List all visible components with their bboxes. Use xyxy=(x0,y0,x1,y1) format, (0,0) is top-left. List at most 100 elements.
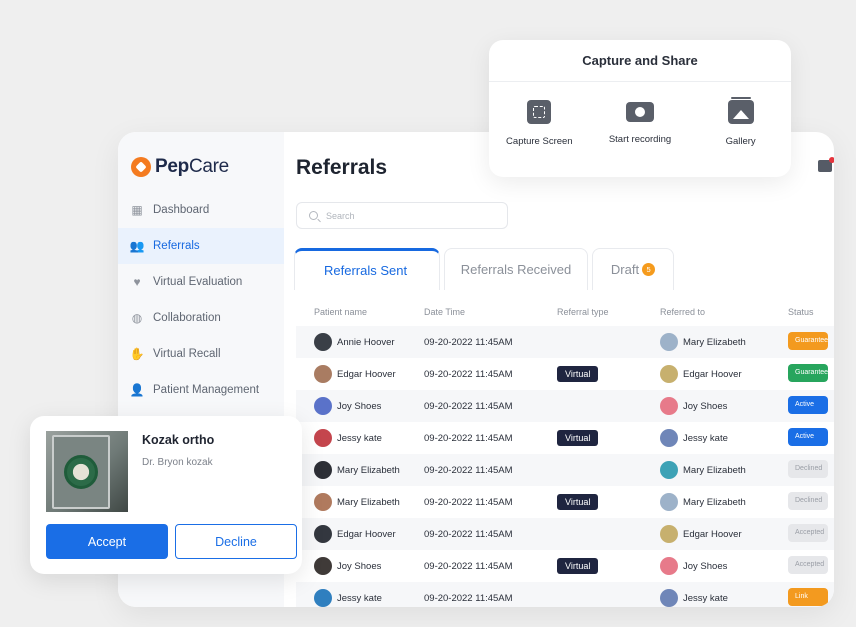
gallery-button[interactable]: Gallery xyxy=(691,97,791,147)
patient-name: Joy Shoes xyxy=(337,560,382,572)
sidebar-item-label: Patient Management xyxy=(153,384,260,396)
accept-button[interactable]: Accept xyxy=(46,524,168,559)
logo[interactable]: PepCare xyxy=(131,156,229,178)
record-icon xyxy=(625,102,654,122)
search-icon xyxy=(309,211,318,220)
tab-draft-label: Draft xyxy=(610,262,640,277)
status-cell: Link xyxy=(788,587,834,608)
header-patient-name[interactable]: Patient name xyxy=(296,307,424,317)
sidebar-item-label: Dashboard xyxy=(153,204,210,216)
referred-to-name: Joy Shoes xyxy=(683,400,728,412)
capture-options: Capture Screen Start recording Gallery xyxy=(489,82,791,147)
capture-title: Capture and Share xyxy=(489,40,791,82)
table-row[interactable]: Joy Shoes 09-20-2022 11:45AM Joy Shoes Acti… xyxy=(296,390,834,422)
capture-screen-icon xyxy=(527,100,552,124)
patient-avatar xyxy=(314,493,332,511)
patient-cell: Edgar Hoover xyxy=(296,525,424,543)
header-date-time[interactable]: Date Time xyxy=(424,307,557,317)
patient-cell: Mary Elizabeth xyxy=(296,493,424,511)
mail-notification-icon[interactable] xyxy=(818,157,834,172)
referred-avatar xyxy=(660,493,678,511)
patient-name: Jessy kate xyxy=(337,592,382,604)
sidebar-item-virtual-recall[interactable]: ✋ Virtual Recall xyxy=(118,336,284,372)
table-row[interactable]: Mary Elizabeth 09-20-2022 11:45AM Virtual M… xyxy=(296,486,834,518)
referred-avatar xyxy=(660,589,678,607)
table-row[interactable]: Joy Shoes 09-20-2022 11:45AM Virtual Joy Sh… xyxy=(296,550,834,582)
clinic-name: Kozak ortho xyxy=(142,433,215,447)
referred-avatar xyxy=(660,397,678,415)
grid-icon: ▦ xyxy=(131,203,143,217)
referred-to-name: Joy Shoes xyxy=(683,560,728,572)
page-title: Referrals xyxy=(296,156,388,179)
status-cell: Guaranteed xyxy=(788,331,834,353)
date-time: 09-20-2022 11:45AM xyxy=(424,400,513,412)
referred-to-cell: Jessy kate xyxy=(660,589,788,607)
status-cell: Declined xyxy=(788,459,834,481)
patient-name: Edgar Hoover xyxy=(337,368,396,380)
table-row[interactable]: Jessy kate 09-20-2022 11:45AM Jessy kate Li… xyxy=(296,582,834,607)
search-input[interactable] xyxy=(326,210,486,221)
status-badge: Active xyxy=(788,395,828,414)
table-body: Annie Hoover 09-20-2022 11:45AM Mary Eliza… xyxy=(296,326,834,607)
referred-to-name: Edgar Hoover xyxy=(683,528,742,540)
header-referred-to[interactable]: Referred to xyxy=(660,307,788,317)
referred-to-name: Jessy kate xyxy=(683,432,728,444)
date-time: 09-20-2022 11:45AM xyxy=(424,560,513,572)
referral-request-card: Kozak ortho Dr. Bryon kozak Accept Decli… xyxy=(30,416,302,574)
patient-name: Joy Shoes xyxy=(337,400,382,412)
sidebar-item-virtual-evaluation[interactable]: ♥ Virtual Evaluation xyxy=(118,264,284,300)
status-badge: Guaranteed xyxy=(788,331,828,350)
capture-screen-label: Capture Screen xyxy=(506,136,573,147)
tab-draft[interactable]: Draft 5 xyxy=(592,248,674,290)
referred-avatar xyxy=(660,333,678,351)
referred-to-cell: Joy Shoes xyxy=(660,557,788,575)
referred-avatar xyxy=(660,429,678,447)
users-icon: 👥 xyxy=(129,239,145,253)
sidebar-item-referrals[interactable]: 👥 Referrals xyxy=(118,228,284,264)
patient-avatar xyxy=(314,365,332,383)
date-time: 09-20-2022 11:45AM xyxy=(424,336,513,348)
table-row[interactable]: Edgar Hoover 09-20-2022 11:45AM Edgar Hoov… xyxy=(296,518,834,550)
tab-referrals-received[interactable]: Referrals Received xyxy=(444,248,588,290)
start-recording-button[interactable]: Start recording xyxy=(590,100,690,147)
referral-type-cell: Virtual xyxy=(557,430,660,446)
referral-type-cell: Virtual xyxy=(557,558,660,574)
tab-referrals-sent[interactable]: Referrals Sent xyxy=(294,248,440,290)
patient-avatar xyxy=(314,589,332,607)
hand-icon: ✋ xyxy=(129,347,145,361)
date-time: 09-20-2022 11:45AM xyxy=(424,592,513,604)
patient-cell: Jessy kate xyxy=(296,589,424,607)
status-badge: Declined xyxy=(788,459,828,478)
patient-cell: Annie Hoover xyxy=(296,333,424,351)
patient-name: Edgar Hoover xyxy=(337,528,396,540)
table-row[interactable]: Mary Elizabeth 09-20-2022 11:45AM Mary Eli… xyxy=(296,454,834,486)
patient-avatar xyxy=(314,557,332,575)
status-badge: Accepted xyxy=(788,523,828,542)
capture-screen-button[interactable]: Capture Screen xyxy=(489,100,589,147)
referral-type-cell: Virtual xyxy=(557,494,660,510)
date-time: 09-20-2022 11:45AM xyxy=(424,432,513,444)
referral-type-badge: Virtual xyxy=(557,494,599,510)
referred-to-name: Mary Elizabeth xyxy=(683,496,746,508)
table-row[interactable]: Annie Hoover 09-20-2022 11:45AM Mary Eliza… xyxy=(296,326,834,358)
sidebar-item-label: Collaboration xyxy=(153,312,221,324)
date-time: 09-20-2022 11:45AM xyxy=(424,496,513,508)
patient-name: Mary Elizabeth xyxy=(337,464,400,476)
sidebar-item-collaboration[interactable]: ◍ Collaboration xyxy=(118,300,284,336)
table-row[interactable]: Jessy kate 09-20-2022 11:45AM Virtual Jessy… xyxy=(296,422,834,454)
referred-to-name: Mary Elizabeth xyxy=(683,336,746,348)
header-status[interactable]: Status xyxy=(788,307,834,317)
draft-count-badge: 5 xyxy=(642,263,656,276)
referral-type-badge: Virtual xyxy=(557,558,599,574)
table-row[interactable]: Edgar Hoover 09-20-2022 11:45AM Virtual Edg… xyxy=(296,358,834,390)
patient-avatar xyxy=(314,397,332,415)
referred-to-cell: Joy Shoes xyxy=(660,397,788,415)
status-badge: Link xyxy=(788,587,828,606)
status-cell: Accepted xyxy=(788,523,834,545)
status-cell: Active xyxy=(788,395,834,417)
header-referral-type[interactable]: Referral type xyxy=(557,307,660,317)
decline-button[interactable]: Decline xyxy=(175,524,297,559)
sidebar-item-dashboard[interactable]: ▦ Dashboard xyxy=(118,192,284,228)
sidebar-item-patient-management[interactable]: 👤 Patient Management xyxy=(118,372,284,408)
search-box[interactable] xyxy=(296,202,508,229)
